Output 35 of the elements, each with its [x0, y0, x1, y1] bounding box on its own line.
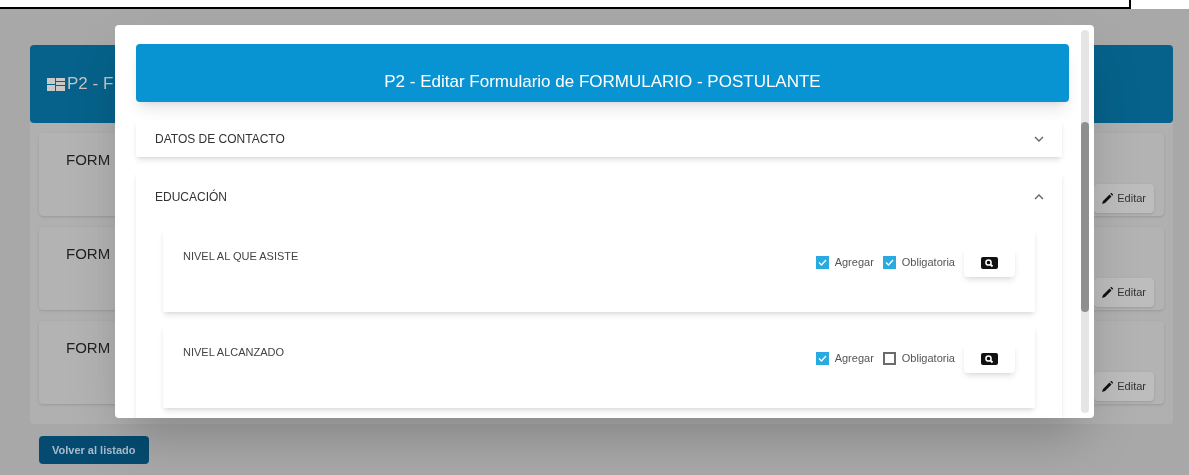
- field-label: NIVEL AL QUE ASISTE: [183, 249, 299, 264]
- modal-title: P2 - Editar Formulario de FORMULARIO - POSTULANTE: [384, 70, 821, 93]
- edit-button[interactable]: Editar: [1094, 372, 1154, 401]
- accordion-header[interactable]: DATOS DE CONTACTO: [136, 120, 1062, 157]
- form-title: FORM: [66, 244, 111, 264]
- checkbox[interactable]: [882, 256, 896, 269]
- form-title: FORM: [66, 150, 111, 170]
- accordion-header[interactable]: EDUCACIÓN: [136, 171, 1062, 223]
- checkbox-label: Agregar: [834, 351, 874, 367]
- back-button[interactable]: Volver al listado: [39, 436, 149, 464]
- field-label: NIVEL ALCANZADO: [183, 345, 285, 360]
- preview-button[interactable]: [964, 248, 1015, 277]
- pencil-icon: [1102, 381, 1114, 392]
- preview-button[interactable]: [964, 344, 1015, 373]
- check-icon: [817, 259, 827, 266]
- checkbox[interactable]: [815, 352, 829, 365]
- search-icon: [981, 256, 998, 269]
- page-title: P2 - F: [67, 73, 114, 96]
- pencil-icon: [1102, 287, 1114, 298]
- checkbox-label: Obligatoria: [901, 255, 955, 271]
- checkbox[interactable]: [815, 256, 829, 269]
- search-icon: [981, 352, 998, 365]
- checkbox-label: Agregar: [834, 255, 874, 271]
- edit-button[interactable]: Editar: [1094, 184, 1154, 213]
- edit-button[interactable]: Editar: [1094, 278, 1154, 307]
- scrollbar-thumb[interactable]: [1081, 122, 1089, 312]
- form-title: FORM: [66, 338, 111, 358]
- check-icon: [817, 355, 827, 362]
- grid-icon: [47, 77, 65, 91]
- chevron-down-icon: [1034, 135, 1044, 142]
- check-icon: [884, 259, 894, 266]
- checkbox-label: Obligatoria: [901, 351, 955, 367]
- pencil-icon: [1102, 193, 1114, 204]
- chevron-up-icon: [1034, 194, 1044, 200]
- checkbox[interactable]: [882, 352, 896, 365]
